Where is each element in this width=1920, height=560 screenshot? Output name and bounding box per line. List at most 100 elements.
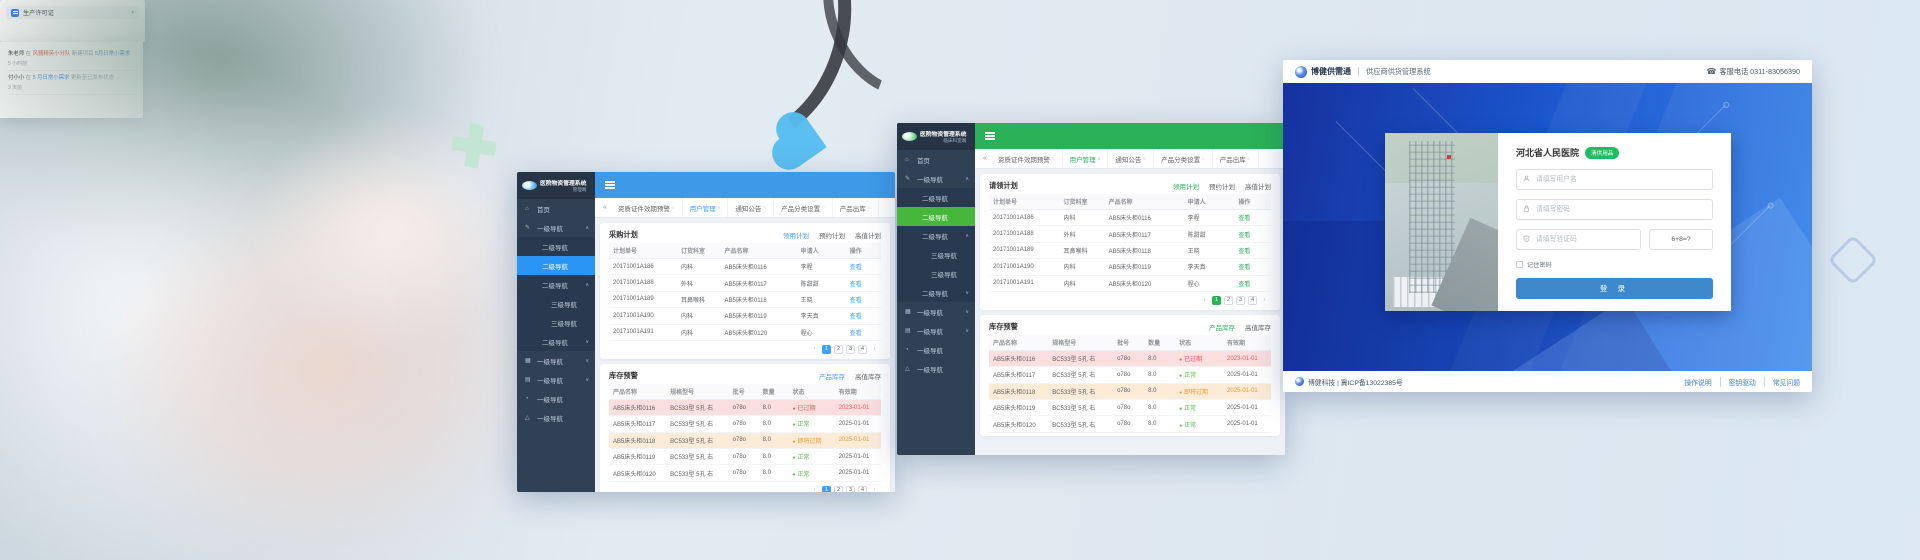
sidebar-item[interactable]: △一级导航 [897, 359, 975, 378]
pagination-page[interactable]: 3 [846, 345, 855, 354]
pagination-page[interactable]: 1 [1212, 296, 1221, 305]
password-input[interactable] [1534, 205, 1706, 214]
login-button[interactable]: 登 录 [1516, 278, 1713, 299]
sidebar-item[interactable]: 三级导航 [897, 245, 975, 264]
pagination-page[interactable]: 4 [1248, 296, 1257, 305]
app-subtitle: 临床科室端 [920, 138, 966, 144]
license-row[interactable]: 生产许可证 ▾ [6, 6, 139, 19]
sidebar-item[interactable]: 二级导航∨ [517, 332, 595, 351]
view-link[interactable]: 查看 [850, 331, 862, 337]
view-link[interactable]: 查看 [1238, 233, 1250, 239]
column-header: 数量 [1144, 335, 1175, 351]
view-link[interactable]: 查看 [850, 282, 862, 288]
sidebar-item[interactable]: 三级导航 [517, 294, 595, 313]
table-cell: 20171001A190 [989, 259, 1060, 275]
section-link[interactable]: 密钥驱动 [1720, 377, 1756, 387]
pagination-page[interactable]: 2 [834, 345, 843, 354]
tab[interactable]: 通知公告○ [1108, 149, 1154, 168]
section-link[interactable]: 高值计划 [855, 230, 881, 240]
tab[interactable]: 用户管理○ [683, 198, 729, 217]
tab[interactable]: 产品分类设置○ [774, 198, 833, 217]
hamburger-icon[interactable] [985, 132, 995, 134]
pagination-page[interactable]: 3 [1236, 296, 1245, 305]
hamburger-icon[interactable] [605, 181, 615, 183]
username-input[interactable] [1534, 175, 1706, 184]
pagination-page[interactable]: 3 [846, 486, 855, 492]
captcha-image[interactable]: 6+8=? [1649, 229, 1713, 250]
sidebar-item[interactable]: 二级导航 [897, 207, 975, 226]
section-link[interactable]: 高值计划 [1245, 181, 1271, 191]
sidebar-item[interactable]: ⌂首页 [897, 150, 975, 169]
table-cell: 8.0 [1144, 416, 1175, 432]
section-link[interactable]: 领用计划 [783, 230, 809, 240]
tab[interactable]: 产品出库○ [833, 198, 879, 217]
stock-card: 库存预警 产品库存高值库存 产品名称规格型号批号数量状态有效期AB5床头柜011… [600, 364, 890, 492]
tab[interactable]: 通知公告○ [728, 198, 774, 217]
sidebar-item[interactable]: ▤一级导航∨ [897, 321, 975, 340]
pagination-page[interactable]: 2 [1224, 296, 1233, 305]
feed-link[interactable]: 5 月日常小需求 [33, 75, 71, 81]
feed-link[interactable]: 5月日常小需求 [95, 51, 130, 57]
sidebar-item[interactable]: △一级导航 [517, 408, 595, 427]
sidebar-item[interactable]: 二级导航 [897, 188, 975, 207]
sidebar-item[interactable]: 二级导航 [517, 237, 595, 256]
section-link[interactable]: 操作说明 [1684, 377, 1711, 387]
collapse-tabs-icon[interactable]: « [983, 155, 987, 162]
pagination-next-icon[interactable]: › [1260, 296, 1269, 305]
sidebar-item[interactable]: ◔一级导航 [517, 389, 595, 408]
table-cell: 陈甜甜 [1184, 226, 1235, 242]
pagination-prev-icon[interactable]: ‹ [810, 486, 819, 492]
sidebar-item[interactable]: 二级导航∧ [517, 275, 595, 294]
sidebar-item[interactable]: ◔一级导航 [897, 340, 975, 359]
captcha-input[interactable] [1534, 235, 1634, 244]
sidebar-item[interactable]: 二级导航∧ [897, 226, 975, 245]
sidebar-item[interactable]: ✎一级导航∧ [897, 169, 975, 188]
view-link[interactable]: 查看 [850, 265, 862, 271]
pagination-page[interactable]: 4 [858, 486, 867, 492]
section-link[interactable]: 常见问题 [1764, 377, 1800, 387]
section-link[interactable]: 预约计划 [1209, 181, 1235, 191]
phone-icon: ☎ [1706, 67, 1716, 76]
pagination-next-icon[interactable]: › [870, 486, 879, 492]
view-link[interactable]: 查看 [1238, 216, 1250, 222]
table-row: 20171001A190内科AB5床头柜0119李天真查看 [989, 259, 1271, 275]
tab[interactable]: 资质证件效期预警○ [991, 149, 1063, 168]
sidebar-item[interactable]: 二级导航 [517, 256, 595, 275]
pagination-prev-icon[interactable]: ‹ [1200, 296, 1209, 305]
sidebar-item[interactable]: 三级导航 [897, 264, 975, 283]
feed-link[interactable]: 风骚精英小分队 [33, 51, 72, 57]
pagination-page[interactable]: 1 [822, 345, 831, 354]
section-link[interactable]: 高值库存 [855, 371, 881, 381]
sidebar-item[interactable]: 二级导航∨ [897, 283, 975, 302]
section-link[interactable]: 预约计划 [819, 230, 845, 240]
view-link[interactable]: 查看 [1238, 265, 1250, 271]
tab[interactable]: 产品出库○ [1213, 149, 1259, 168]
section-link[interactable]: 产品库存 [819, 371, 845, 381]
sidebar-item[interactable]: ▤一级导航∨ [517, 370, 595, 389]
sidebar-item[interactable]: ⌂首页 [517, 199, 595, 218]
remember-checkbox[interactable] [1516, 261, 1523, 268]
view-link[interactable]: 查看 [850, 314, 862, 320]
section-link[interactable]: 产品库存 [1209, 322, 1235, 332]
tab[interactable]: 用户管理○ [1063, 149, 1109, 168]
brand-subtitle: 供应商供货管理系统 [1366, 67, 1431, 77]
pagination-next-icon[interactable]: › [870, 345, 879, 354]
view-link[interactable]: 查看 [850, 298, 862, 304]
collapse-tabs-icon[interactable]: « [603, 204, 607, 211]
table-cell: BC533型 5孔 右 [1048, 367, 1113, 383]
sidebar-item[interactable]: ▦一级导航∨ [517, 351, 595, 370]
pagination-prev-icon[interactable]: ‹ [810, 345, 819, 354]
sidebar-item[interactable]: ▦一级导航∨ [897, 302, 975, 321]
tab[interactable]: 产品分类设置○ [1154, 149, 1213, 168]
section-link[interactable]: 高值库存 [1245, 322, 1271, 332]
sidebar-item[interactable]: 三级导航 [517, 313, 595, 332]
tab[interactable]: 资质证件效期预警○ [611, 198, 683, 217]
pagination-page[interactable]: 1 [822, 486, 831, 492]
view-link[interactable]: 查看 [1238, 249, 1250, 255]
sidebar-item[interactable]: ✎一级导航∧ [517, 218, 595, 237]
column-header: 数量 [759, 384, 789, 400]
pagination-page[interactable]: 2 [834, 486, 843, 492]
view-link[interactable]: 查看 [1238, 282, 1250, 288]
pagination-page[interactable]: 4 [858, 345, 867, 354]
section-link[interactable]: 领用计划 [1173, 181, 1199, 191]
